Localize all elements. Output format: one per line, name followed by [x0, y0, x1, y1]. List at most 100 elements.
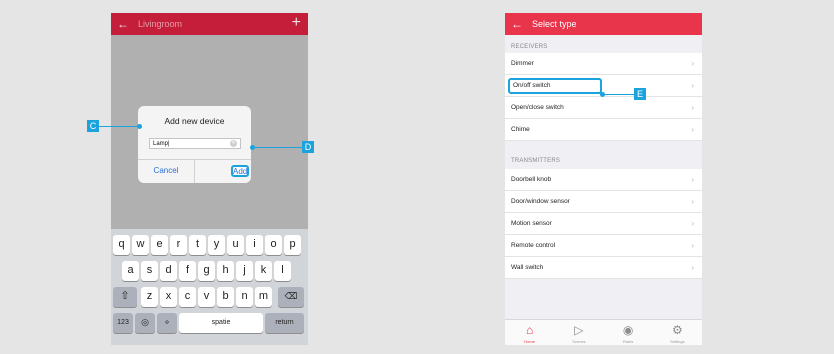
divider — [194, 159, 195, 183]
callout-c: C — [87, 120, 99, 132]
key-t[interactable]: t — [189, 235, 206, 255]
bottom-tab-bar: ⌂ Home ▷ Scenes ◉ Rules ⚙ Settings — [505, 319, 702, 345]
list-item-doorbell-knob[interactable]: Doorbell knob › — [505, 169, 702, 191]
key-y[interactable]: y — [208, 235, 225, 255]
list-item-label: On/off switch — [508, 78, 602, 94]
key-p[interactable]: p — [284, 235, 301, 255]
callout-d-line — [254, 147, 302, 148]
chevron-right-icon: › — [691, 219, 694, 228]
space-key[interactable]: spatie — [179, 313, 263, 333]
keyboard-row-3: ⇧ z x c v b n m ⌫ — [111, 287, 308, 307]
app-header: ← Livingroom + — [111, 13, 308, 35]
list-item-label: Wall switch — [511, 264, 544, 271]
chevron-right-icon: › — [691, 241, 694, 250]
onscreen-keyboard: q w e r t y u i o p a s d f g h j k l ⇧ … — [111, 229, 308, 345]
chevron-right-icon: › — [691, 125, 694, 134]
phone-add-device-screen: ← Livingroom + Add new device Lamp| ✕ Ca… — [111, 13, 308, 345]
list-item-label: Doorbell knob — [511, 176, 552, 183]
key-o[interactable]: o — [265, 235, 282, 255]
key-x[interactable]: x — [160, 287, 177, 307]
key-i[interactable]: i — [246, 235, 263, 255]
key-a[interactable]: a — [122, 261, 139, 281]
callout-e: E — [634, 88, 646, 100]
chevron-right-icon: › — [691, 59, 694, 68]
tab-label: Rules — [623, 339, 634, 344]
page-title: Select type — [532, 19, 577, 29]
device-name-value: Lamp — [153, 141, 169, 147]
tab-home[interactable]: ⌂ Home — [505, 320, 554, 345]
key-s[interactable]: s — [141, 261, 158, 281]
clear-icon[interactable]: ✕ — [230, 140, 237, 147]
app-header: ← Select type — [505, 13, 702, 35]
tab-rules[interactable]: ◉ Rules — [604, 320, 653, 345]
key-q[interactable]: q — [113, 235, 130, 255]
globe-icon[interactable]: ◎ — [135, 313, 155, 333]
room-title: Livingroom — [138, 19, 183, 29]
callout-e-line — [604, 94, 634, 95]
chevron-right-icon: › — [691, 197, 694, 206]
gear-icon: ⚙ — [671, 323, 683, 337]
list-item-label: Chime — [511, 126, 530, 133]
list-item-dimmer[interactable]: Dimmer › — [505, 53, 702, 75]
device-name-input[interactable]: Lamp| ✕ — [149, 138, 241, 149]
key-r[interactable]: r — [170, 235, 187, 255]
dialog-title: Add new device — [164, 116, 225, 126]
backspace-icon[interactable]: ⌫ — [278, 287, 304, 307]
key-j[interactable]: j — [236, 261, 253, 281]
key-l[interactable]: l — [274, 261, 291, 281]
chevron-right-icon: › — [691, 81, 694, 90]
arrow-left-icon[interactable]: ← — [511, 17, 523, 31]
tab-label: Home — [524, 339, 535, 344]
plus-icon[interactable]: + — [292, 14, 301, 32]
key-d[interactable]: d — [160, 261, 177, 281]
key-v[interactable]: v — [198, 287, 215, 307]
add-button[interactable]: Add — [231, 165, 249, 177]
list-item-label: Motion sensor — [511, 220, 552, 227]
list-item-remote-control[interactable]: Remote control › — [505, 235, 702, 257]
keyboard-row-4: 123 ◎ ⚬ spatie return — [111, 313, 308, 333]
chevron-right-icon: › — [691, 103, 694, 112]
key-b[interactable]: b — [217, 287, 234, 307]
list-item-label: Open/close switch — [511, 104, 564, 111]
key-f[interactable]: f — [179, 261, 196, 281]
callout-c-dot — [137, 124, 142, 129]
arrow-left-icon[interactable]: ← — [117, 17, 129, 31]
keyboard-row-1: q w e r t y u i o p — [111, 235, 308, 255]
list-item-label: Dimmer — [511, 60, 534, 67]
key-z[interactable]: z — [141, 287, 158, 307]
tab-label: Scenes — [572, 339, 586, 344]
key-m[interactable]: m — [255, 287, 272, 307]
list-item-door-window-sensor[interactable]: Door/window sensor › — [505, 191, 702, 213]
keyboard-row-2: a s d f g h j k l — [111, 261, 308, 281]
list-item-open-close-switch[interactable]: Open/close switch › — [505, 97, 702, 119]
tab-label: Settings — [670, 339, 685, 344]
shift-icon[interactable]: ⇧ — [113, 287, 137, 307]
key-w[interactable]: w — [132, 235, 149, 255]
section-heading-receivers: RECEIVERS — [511, 44, 548, 50]
list-item-label: Door/window sensor — [511, 198, 570, 205]
key-n[interactable]: n — [236, 287, 253, 307]
key-c[interactable]: c — [179, 287, 196, 307]
section-heading-transmitters: TRANSMITTERS — [511, 158, 561, 164]
cancel-button[interactable]: Cancel — [138, 160, 194, 182]
chevron-right-icon: › — [691, 175, 694, 184]
dimmed-background: Add new device Lamp| ✕ Cancel Add — [111, 35, 308, 229]
list-item-wall-switch[interactable]: Wall switch › — [505, 257, 702, 279]
tab-scenes[interactable]: ▷ Scenes — [554, 320, 603, 345]
callout-c-line — [99, 126, 139, 127]
list-item-chime[interactable]: Chime › — [505, 119, 702, 141]
rules-icon: ◉ — [622, 323, 634, 337]
key-u[interactable]: u — [227, 235, 244, 255]
tab-settings[interactable]: ⚙ Settings — [653, 320, 702, 345]
numbers-key[interactable]: 123 — [113, 313, 133, 333]
key-e[interactable]: e — [151, 235, 168, 255]
chevron-right-icon: › — [691, 263, 694, 272]
microphone-icon[interactable]: ⚬ — [157, 313, 177, 333]
list-item-label: Remote control — [511, 242, 556, 249]
key-h[interactable]: h — [217, 261, 234, 281]
return-key[interactable]: return — [265, 313, 304, 333]
key-g[interactable]: g — [198, 261, 215, 281]
key-k[interactable]: k — [255, 261, 272, 281]
list-item-motion-sensor[interactable]: Motion sensor › — [505, 213, 702, 235]
